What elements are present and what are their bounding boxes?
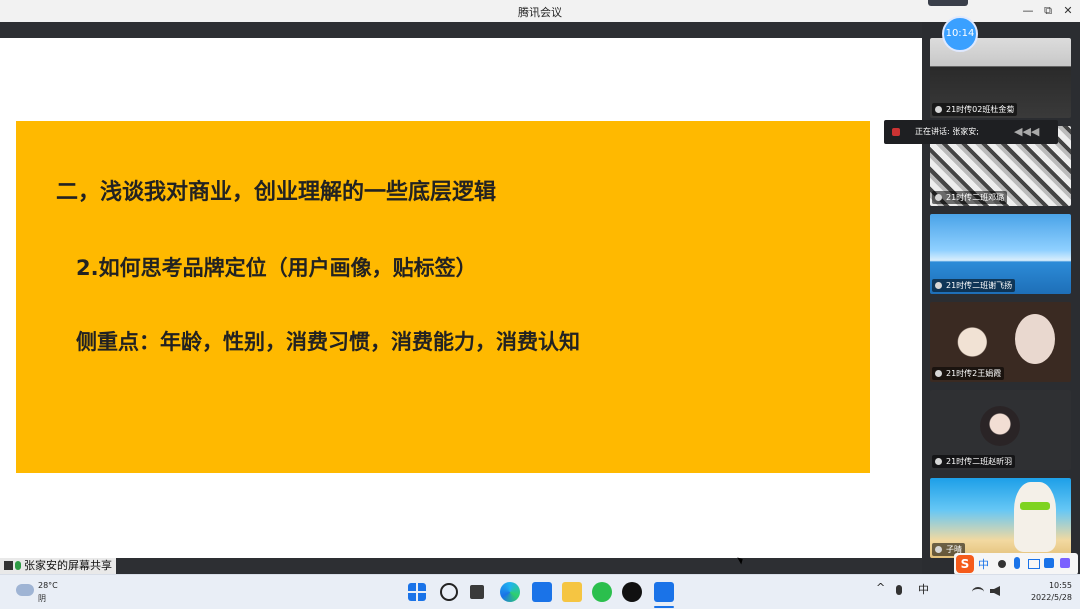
- restore-button[interactable]: ⧉: [1040, 3, 1056, 19]
- system-clock[interactable]: 10:55 2022/5/28: [1010, 580, 1072, 604]
- participant-name: 21时传02班杜金菊: [932, 103, 1018, 116]
- search-icon[interactable]: [440, 583, 458, 601]
- cloud-icon: [16, 584, 34, 596]
- microphone-tray-icon[interactable]: [896, 585, 902, 595]
- edge-browser-icon[interactable]: [500, 582, 520, 602]
- slide-heading: 二，浅谈我对商业，创业理解的一些底层逻辑: [56, 180, 497, 205]
- wifi-icon[interactable]: [972, 587, 984, 597]
- toolbox-icon[interactable]: [1060, 558, 1070, 568]
- sogou-icon[interactable]: S: [956, 555, 974, 573]
- speaking-indicator: 正在讲话: 张家安; ◀◀◀: [884, 120, 1058, 144]
- punctuation-icon[interactable]: [998, 560, 1006, 568]
- audio-wave-icon: ◀◀◀: [1014, 125, 1040, 138]
- slide-focus-points: 侧重点：年龄，性别，消费习惯，消费能力，消费认知: [76, 330, 580, 354]
- ime-toolbar[interactable]: S 中: [954, 553, 1078, 575]
- screen-share-bar: 张家安的屏幕共享: [0, 558, 922, 574]
- volume-icon[interactable]: [990, 586, 1000, 596]
- participant-video-detail: [1020, 502, 1050, 510]
- qq-icon[interactable]: [622, 582, 642, 602]
- weather-temperature: 28°C: [38, 581, 58, 590]
- participant-tile[interactable]: 21时传2王娟霞: [930, 302, 1071, 382]
- participant-name: 21时传二班邓璐: [932, 191, 1008, 204]
- voice-input-icon[interactable]: [1014, 557, 1020, 569]
- participant-tile[interactable]: 21时传二班赵昕羽: [930, 390, 1071, 470]
- task-view-icon[interactable]: [470, 585, 484, 599]
- participant-video: [1014, 482, 1056, 552]
- participant-video: [1015, 314, 1055, 364]
- meeting-app-icon[interactable]: [532, 582, 552, 602]
- clock-date: 2022/5/28: [1030, 593, 1072, 602]
- minimize-button[interactable]: —: [1020, 3, 1036, 19]
- ime-language[interactable]: 中: [978, 556, 989, 572]
- screen-share-icon: [4, 561, 13, 570]
- meeting-timer: 10:14: [942, 16, 978, 52]
- close-button[interactable]: ✕: [1060, 3, 1076, 19]
- microphone-icon: [15, 561, 21, 570]
- clock-time: 10:55: [1048, 581, 1072, 590]
- participant-name: 21时传二班谢飞扬: [932, 279, 1016, 292]
- title-bar: 腾讯会议 — ⧉ ✕: [0, 0, 1080, 22]
- show-hidden-icons-button[interactable]: ^: [876, 581, 885, 594]
- participant-tile[interactable]: 子晴: [930, 478, 1071, 558]
- screen-share-text: 张家安的屏幕共享: [24, 559, 112, 572]
- keyboard-icon[interactable]: [1028, 559, 1040, 569]
- speaker-avatar-icon: [892, 128, 900, 136]
- screen-share-label[interactable]: 张家安的屏幕共享: [0, 558, 116, 574]
- weather-widget[interactable]: 28°C 阴: [10, 581, 70, 605]
- input-language-indicator[interactable]: 中: [918, 581, 929, 597]
- presentation-slide: 二，浅谈我对商业，创业理解的一些底层逻辑 2.如何思考品牌定位（用户画像，贴标签…: [16, 121, 870, 473]
- shared-screen-topbar: [0, 22, 922, 38]
- participant-name: 21时传2王娟霞: [932, 367, 1005, 380]
- slide-subheading: 2.如何思考品牌定位（用户画像，贴标签）: [76, 256, 477, 280]
- window-title: 腾讯会议: [518, 6, 562, 19]
- wechat-icon[interactable]: [592, 582, 612, 602]
- participant-name: 21时传二班赵昕羽: [932, 455, 1016, 468]
- taskbar: 28°C 阴 ^ 中 10:55 2022/5/28: [0, 574, 1080, 609]
- weather-condition: 阴: [38, 594, 46, 603]
- speaking-text: 正在讲话: 张家安;: [915, 127, 979, 136]
- avatar: [980, 406, 1020, 446]
- windows-start-icon[interactable]: [408, 583, 426, 601]
- tencent-meeting-icon[interactable]: [654, 582, 674, 602]
- skin-icon[interactable]: [1044, 558, 1054, 568]
- file-explorer-icon[interactable]: [562, 582, 582, 602]
- participant-tile[interactable]: 21时传二班谢飞扬: [930, 214, 1071, 294]
- shared-screen: 二，浅谈我对商业，创业理解的一些底层逻辑 2.如何思考品牌定位（用户画像，贴标签…: [0, 22, 922, 558]
